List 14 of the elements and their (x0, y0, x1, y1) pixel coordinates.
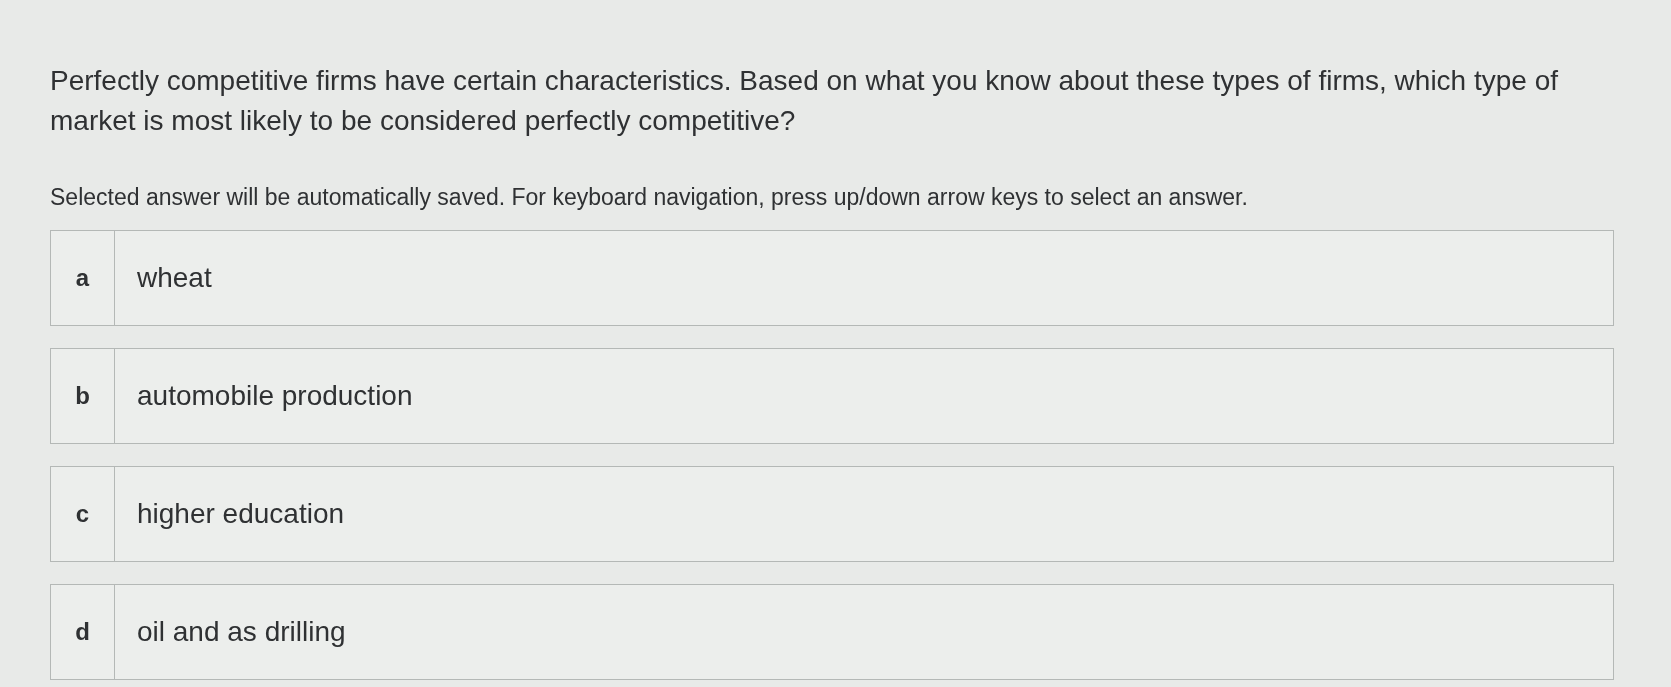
option-text: higher education (137, 497, 345, 531)
question-text: Perfectly competitive firms have certain characteristics. Based on what you know about these types of firms, which type of market is most likely to be considered perfectly competitive? (50, 64, 1559, 138)
answer-option[interactable]: b automobile production (50, 348, 1614, 444)
option-letter: c (75, 499, 90, 529)
answer-option[interactable]: d oil and as drilling (50, 584, 1614, 680)
instruction-text: Selected answer will be automatically saved. For keyboard navigation, press up/down arrow keys to select an answer. (50, 183, 1249, 211)
option-text: oil and as drilling (137, 615, 346, 649)
option-letter: b (75, 381, 90, 411)
option-letter: d (75, 617, 90, 647)
answer-option[interactable]: c higher education (50, 466, 1614, 562)
answer-option[interactable]: a wheat (50, 230, 1614, 326)
option-text: automobile production (137, 379, 413, 413)
option-letter: a (75, 263, 90, 293)
option-text: wheat (137, 261, 212, 295)
